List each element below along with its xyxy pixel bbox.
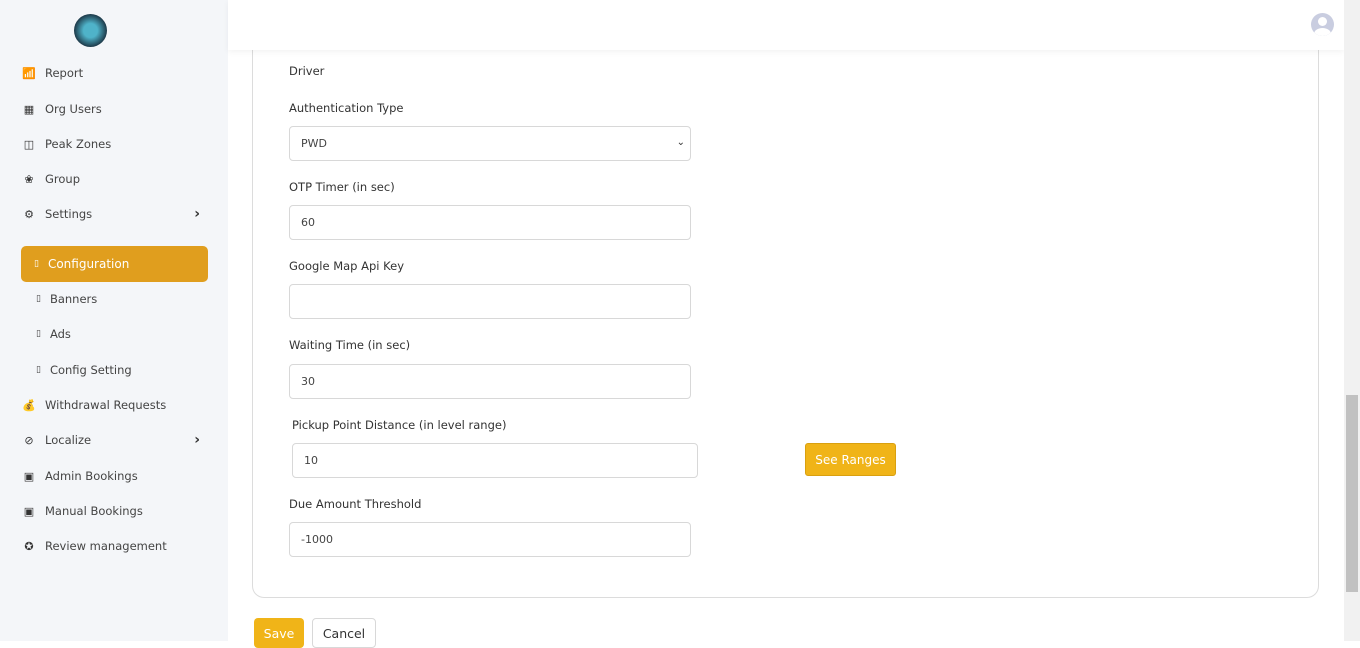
see-ranges-button[interactable]: See Ranges [805, 443, 896, 476]
label: Config Setting [49, 363, 132, 377]
label: Settings [45, 207, 93, 221]
sidebar: 📶 Report ▦ Org Users ◫ Peak Zones ❀ Group ⚙ S… [0, 0, 228, 641]
sidebar-item-withdrawal-requests[interactable]: 💰 Withdrawal Requests [22, 398, 208, 412]
label: Org Users [45, 102, 102, 116]
waiting-time-label: Waiting Time (in sec) [289, 338, 411, 352]
sidebar-item-settings[interactable]: ⚙ Settings › [22, 206, 208, 222]
sidebar-item-localize[interactable]: ⊘ Localize › [22, 432, 208, 448]
section-title: Driver [289, 64, 325, 78]
label: Report [45, 66, 84, 80]
pickup-distance-label: Pickup Point Distance (in level range) [292, 418, 507, 432]
otp-timer-input[interactable]: 60 [289, 205, 691, 240]
chevron-right-icon: › [194, 206, 200, 222]
chevron-right-icon: › [194, 432, 200, 448]
cancel-button[interactable]: Cancel [312, 618, 376, 648]
logo[interactable] [74, 14, 107, 47]
calendar-check-icon: ▣ [23, 469, 35, 483]
gear-icon: ⚙ [24, 207, 34, 221]
sidebar-item-ads[interactable]: ▯ Ads [36, 327, 71, 341]
due-amount-input[interactable]: -1000 [289, 522, 691, 557]
chevron-down-icon: ⌄ [676, 137, 685, 148]
square-icon: ▯ [34, 259, 39, 269]
label: Admin Bookings [45, 469, 138, 483]
chart-icon: 📶 [22, 66, 36, 80]
label: Peak Zones [45, 137, 112, 151]
auth-type-value: PWD [301, 137, 327, 150]
label: Ads [49, 327, 71, 341]
sidebar-item-config-setting[interactable]: ▯ Config Setting [36, 363, 132, 377]
google-key-input[interactable] [289, 284, 691, 319]
label: Banners [49, 292, 98, 306]
top-bar [228, 0, 1344, 50]
review-icon: ✪ [24, 539, 34, 553]
scrollbar-thumb[interactable] [1346, 395, 1358, 592]
auth-type-label: Authentication Type [289, 101, 404, 115]
label: Configuration [47, 257, 130, 271]
label: Manual Bookings [45, 504, 143, 518]
square-icon: ▯ [36, 365, 41, 375]
pickup-distance-input[interactable]: 10 [292, 443, 698, 478]
square-icon: ▯ [36, 294, 41, 304]
google-key-label: Google Map Api Key [289, 259, 404, 273]
user-avatar-icon[interactable] [1311, 13, 1334, 36]
scrollbar[interactable] [1344, 0, 1360, 641]
otp-timer-label: OTP Timer (in sec) [289, 180, 395, 194]
sidebar-item-group[interactable]: ❀ Group [22, 172, 208, 186]
money-bag-icon: 💰 [22, 398, 36, 412]
compass-icon: ⊘ [24, 433, 34, 447]
label: Group [45, 172, 81, 186]
label: Withdrawal Requests [45, 398, 167, 412]
sidebar-item-org-users[interactable]: ▦ Org Users [22, 102, 208, 116]
sidebar-item-configuration[interactable]: ▯ Configuration [21, 246, 208, 282]
due-amount-label: Due Amount Threshold [289, 497, 422, 511]
auth-type-select[interactable]: PWD ⌄ [289, 126, 691, 161]
sidebar-item-banners[interactable]: ▯ Banners [36, 292, 97, 306]
configuration-card [252, 40, 1319, 598]
sidebar-item-peak-zones[interactable]: ◫ Peak Zones [22, 137, 208, 151]
building-icon: ▦ [23, 102, 35, 116]
sidebar-item-report[interactable]: 📶 Report [22, 66, 208, 80]
waiting-time-input[interactable]: 30 [289, 364, 691, 399]
save-button[interactable]: Save [254, 618, 304, 648]
sidebar-item-manual-bookings[interactable]: ▣ Manual Bookings [22, 504, 208, 518]
group-icon: ❀ [24, 172, 34, 186]
map-icon: ◫ [23, 137, 35, 151]
sidebar-item-review-management[interactable]: ✪ Review management [22, 539, 208, 553]
sidebar-item-admin-bookings[interactable]: ▣ Admin Bookings [22, 469, 208, 483]
calendar-check-icon: ▣ [23, 504, 35, 518]
label: Localize [45, 433, 92, 447]
label: Review management [45, 539, 167, 553]
square-icon: ▯ [36, 329, 41, 339]
